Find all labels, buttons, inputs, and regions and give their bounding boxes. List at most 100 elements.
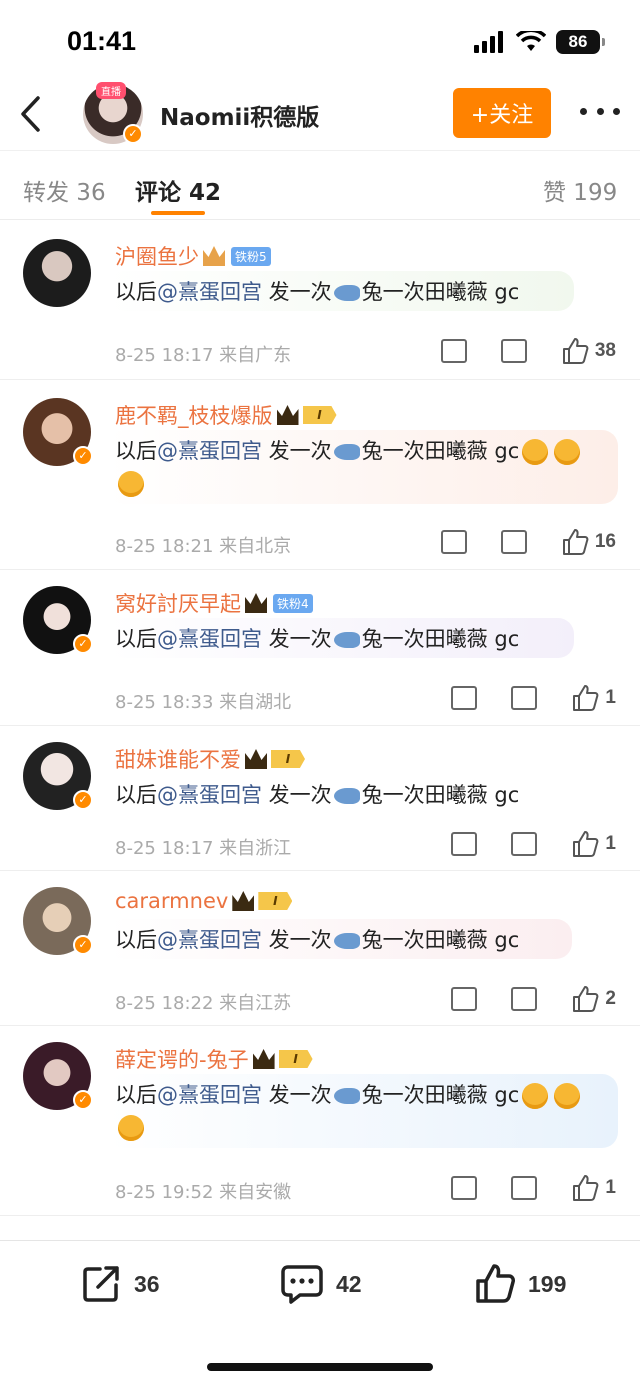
- comment-author[interactable]: 鹿不羁_枝枝爆版 I: [115, 400, 337, 430]
- status-time: 01:41: [67, 26, 137, 56]
- comment-author[interactable]: 窝好討厌早起 铁粉4: [115, 588, 313, 618]
- mention-link[interactable]: @熹蛋回宫: [157, 627, 262, 651]
- hug-emoji-icon: [118, 1115, 144, 1141]
- hug-emoji-icon: [522, 1083, 549, 1109]
- live-tag: 直播: [96, 82, 126, 99]
- share-icon[interactable]: [440, 530, 467, 554]
- like-button[interactable]: 199: [474, 1263, 566, 1305]
- page-title[interactable]: Naomii积德版: [160, 98, 319, 132]
- hug-emoji-icon: [118, 471, 144, 497]
- comment-author[interactable]: 薛定谔的-兔子 I: [115, 1044, 313, 1074]
- back-button[interactable]: [16, 94, 50, 134]
- comment-text-cont: [115, 467, 147, 499]
- avatar[interactable]: [23, 239, 91, 307]
- comment-text: 以后@熹蛋回宫 发一次 兔一次田曦薇 gc: [115, 1079, 583, 1111]
- share-icon[interactable]: [451, 832, 478, 856]
- home-indicator[interactable]: [207, 1363, 433, 1371]
- like-button[interactable]: 2: [571, 985, 616, 1013]
- share-icon[interactable]: [440, 339, 467, 363]
- tab-comment[interactable]: 评论 42: [135, 173, 221, 207]
- share-icon[interactable]: [451, 686, 478, 710]
- comment-text: 以后@熹蛋回宫 发一次 兔一次田曦薇 gc: [115, 779, 519, 811]
- like-button[interactable]: 1: [571, 1174, 616, 1202]
- like-count: 16: [594, 531, 616, 552]
- chevron-left-icon: [21, 96, 40, 132]
- comment-text: 以后@熹蛋回宫 发一次 兔一次田曦薇 gc: [115, 623, 519, 655]
- text-post: 发一次: [262, 1083, 332, 1107]
- mention-link[interactable]: @熹蛋回宫: [157, 928, 262, 952]
- comment-text: 以后@熹蛋回宫 发一次 兔一次田曦薇 gc: [115, 924, 519, 956]
- verified-icon: ✓: [123, 124, 143, 144]
- reply-icon[interactable]: [500, 530, 527, 554]
- text-post2: 兔一次田曦薇 gc: [361, 439, 520, 463]
- level-badge: I: [258, 892, 293, 910]
- comment-text-cont: [115, 1111, 147, 1143]
- mention-link[interactable]: @熹蛋回宫: [157, 783, 262, 807]
- level-badge: I: [302, 406, 337, 424]
- comment-author[interactable]: 甜妹谁能不爱 I: [115, 744, 305, 774]
- comment-item: ✓ cararmnev I 以后@熹蛋回宫 发一次 兔一次田曦薇 gc 8-25 …: [0, 871, 640, 1026]
- verified-icon: ✓: [73, 935, 93, 955]
- more-dot-icon: [613, 107, 620, 115]
- mention-link[interactable]: @熹蛋回宫: [157, 439, 262, 463]
- comment-actions: 16: [440, 528, 616, 556]
- text-post: 发一次: [262, 928, 332, 952]
- reply-icon[interactable]: [511, 987, 538, 1011]
- text-pre: 以后: [115, 439, 157, 463]
- comment-button[interactable]: 42: [280, 1263, 362, 1305]
- comment-item: 沪圈鱼少 铁粉5 以后@熹蛋回宫 发一次 兔一次田曦薇 gc 8-25 18:17…: [0, 221, 640, 380]
- reply-icon[interactable]: [511, 1176, 538, 1200]
- author-name: cararmnev: [115, 889, 229, 913]
- like-button[interactable]: 1: [571, 684, 616, 712]
- like-button[interactable]: 38: [561, 337, 616, 365]
- fish-emoji-icon: [333, 1088, 360, 1104]
- text-post2: 兔一次田曦薇 gc: [361, 783, 520, 807]
- comment-text: 以后@熹蛋回宫 发一次 兔一次田曦薇 gc: [115, 276, 519, 308]
- crown-icon: [245, 593, 267, 613]
- more-dot-icon: [596, 107, 604, 115]
- thumbs-up-icon: [573, 831, 599, 857]
- follow-button[interactable]: +关注: [453, 88, 551, 138]
- level-badge: I: [271, 750, 305, 768]
- mention-link[interactable]: @熹蛋回宫: [157, 280, 262, 304]
- repost-button[interactable]: 36: [80, 1263, 160, 1305]
- text-post2: 兔一次田曦薇 gc: [361, 280, 520, 304]
- thumbs-up-icon: [573, 986, 599, 1012]
- comment-meta: 8-25 18:21 来自北京: [115, 536, 292, 557]
- like-button[interactable]: 1: [571, 830, 616, 858]
- comment-actions: 1: [451, 830, 616, 858]
- verified-icon: ✓: [73, 790, 93, 810]
- crown-icon: [252, 1049, 275, 1069]
- comment-actions: 1: [451, 684, 616, 712]
- fan-badge: 铁粉4: [273, 593, 313, 613]
- hug-emoji-icon: [522, 439, 549, 465]
- comment-actions: 2: [451, 985, 616, 1013]
- mention-link[interactable]: @熹蛋回宫: [157, 1083, 262, 1107]
- like-count: 199: [528, 1270, 567, 1297]
- more-dot-icon: [580, 107, 587, 115]
- reply-icon[interactable]: [511, 686, 538, 710]
- thumbs-up-icon: [562, 338, 589, 364]
- battery-icon: 86: [556, 30, 605, 54]
- text-pre: 以后: [115, 783, 157, 807]
- text-post2: 兔一次田曦薇 gc: [361, 1083, 520, 1107]
- text-pre: 以后: [115, 627, 157, 651]
- share-icon[interactable]: [451, 987, 478, 1011]
- tab-like[interactable]: 赞 199: [543, 173, 617, 207]
- comment-meta: 8-25 19:52 来自安徽: [115, 1182, 292, 1203]
- reply-icon[interactable]: [511, 832, 538, 856]
- comment-item: ✓ 鹿不羁_枝枝爆版 I 以后@熹蛋回宫 发一次 兔一次田曦薇 gc 8-25 1…: [0, 380, 640, 570]
- text-pre: 以后: [115, 928, 157, 952]
- like-count: 1: [605, 1177, 616, 1198]
- author-name: 沪圈鱼少: [115, 245, 199, 269]
- comment-author[interactable]: cararmnev I: [115, 889, 293, 913]
- nav-bar: 直播 ✓ Naomii积德版 +关注: [0, 80, 640, 150]
- tab-repost[interactable]: 转发 36: [23, 173, 106, 207]
- more-button[interactable]: [580, 96, 620, 126]
- comment-author[interactable]: 沪圈鱼少 铁粉5: [115, 241, 271, 271]
- thumbs-up-icon: [476, 1264, 515, 1303]
- like-button[interactable]: 16: [561, 528, 616, 556]
- reply-icon[interactable]: [500, 339, 527, 363]
- fish-emoji-icon: [333, 933, 360, 949]
- share-icon[interactable]: [451, 1176, 478, 1200]
